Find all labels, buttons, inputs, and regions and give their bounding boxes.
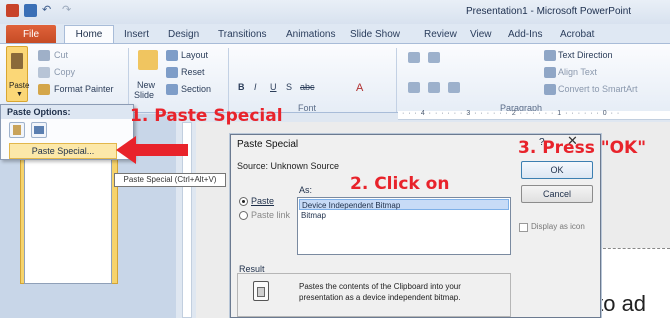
ruler-ticks: · · · 4 · · · · · · 3 · · · · · · 2 · · …	[402, 110, 621, 117]
text-direction-button[interactable]: Text Direction	[558, 50, 613, 60]
tab-transitions[interactable]: Transitions	[218, 29, 267, 40]
paste-link-radio-label[interactable]: Paste link	[251, 210, 290, 220]
new-slide-label-2[interactable]: Slide	[134, 90, 154, 100]
dialog-source: Source: Unknown Source	[237, 161, 340, 171]
list-item[interactable]: Device Independent Bitmap	[299, 199, 509, 210]
align-text-button[interactable]: Align Text	[558, 67, 597, 77]
paste-options-menu: Paste Options: Paste Special...	[0, 104, 134, 160]
paste-result-icon	[253, 281, 269, 301]
tab-animations[interactable]: Animations	[286, 29, 335, 40]
align-center-icon[interactable]	[428, 82, 440, 93]
chevron-down-icon[interactable]: ▼	[16, 91, 23, 98]
numbering-icon[interactable]	[428, 52, 440, 63]
copy-icon[interactable]	[38, 67, 50, 78]
layout-button[interactable]: Layout	[181, 50, 208, 60]
display-as-icon-label[interactable]: Display as icon	[531, 222, 585, 231]
title-bar: ↶ ↷ Presentation1 - Microsoft PowerPoint	[0, 0, 670, 24]
copy-button[interactable]: Copy	[54, 67, 75, 77]
text-direction-icon[interactable]	[544, 50, 556, 61]
redo-icon[interactable]: ↷	[62, 4, 75, 17]
layout-icon[interactable]	[166, 50, 178, 61]
cut-button[interactable]: Cut	[54, 50, 68, 60]
tab-review[interactable]: Review	[424, 29, 457, 40]
paste-special-tooltip: Paste Special (Ctrl+Alt+V)	[114, 173, 226, 187]
paste-radio-label[interactable]: Paste	[251, 196, 274, 206]
cut-icon[interactable]	[38, 50, 50, 61]
annotation-step-3: 3. Press "OK"	[518, 138, 647, 158]
tab-design[interactable]: Design	[168, 29, 199, 40]
strikethrough-button[interactable]: abc	[300, 82, 315, 92]
align-text-icon[interactable]	[544, 67, 556, 78]
paste-keep-formatting-icon[interactable]	[9, 122, 25, 138]
tab-home[interactable]: Home	[64, 25, 114, 45]
ok-button[interactable]: OK	[521, 161, 593, 179]
section-icon[interactable]	[166, 84, 178, 95]
smartart-icon[interactable]	[544, 84, 556, 95]
list-item[interactable]: Bitmap	[299, 210, 509, 221]
paste-button[interactable]: Paste ▼	[6, 46, 30, 102]
paste-as-picture-icon[interactable]	[31, 122, 47, 138]
annotation-step-2: 2. Click on	[350, 174, 450, 194]
underline-button[interactable]: U	[270, 82, 277, 92]
align-left-icon[interactable]	[408, 82, 420, 93]
paste-radio[interactable]	[239, 197, 248, 206]
tab-acrobat[interactable]: Acrobat	[560, 29, 594, 40]
red-arrow-icon	[116, 136, 188, 164]
clipboard-icon	[11, 53, 23, 69]
paste-options-header: Paste Options:	[1, 105, 133, 119]
tab-file[interactable]: File	[6, 25, 56, 44]
tab-slide-show[interactable]: Slide Show	[350, 29, 400, 40]
as-label: As:	[299, 185, 313, 195]
window-title: Presentation1 - Microsoft PowerPoint	[466, 6, 632, 17]
dialog-title: Paste Special	[237, 139, 299, 150]
shadow-button[interactable]: S	[286, 82, 292, 92]
ribbon-tab-bar: File Home Insert Design Transitions Anim…	[0, 24, 670, 45]
display-as-icon-checkbox[interactable]	[519, 223, 528, 232]
paste-special-dialog: Paste Special ? ✕ Source: Unknown Source…	[230, 133, 601, 318]
bold-button[interactable]: B	[238, 82, 245, 92]
convert-smartart-button[interactable]: Convert to SmartArt	[558, 84, 638, 94]
tab-add-ins[interactable]: Add-Ins	[508, 29, 542, 40]
new-slide-label[interactable]: New	[137, 80, 155, 90]
format-painter-icon[interactable]	[38, 84, 50, 95]
italic-button[interactable]: I	[254, 82, 257, 92]
font-group-label: Font	[298, 103, 317, 113]
as-listbox[interactable]: Device Independent Bitmap Bitmap	[297, 197, 511, 255]
new-slide-icon[interactable]	[138, 50, 158, 70]
separator	[228, 48, 229, 112]
align-right-icon[interactable]	[448, 82, 460, 93]
bullets-icon[interactable]	[408, 52, 420, 63]
section-button[interactable]: Section	[181, 84, 211, 94]
reset-button[interactable]: Reset	[181, 67, 205, 77]
separator	[396, 48, 397, 112]
annotation-step-1: 1. Paste Special	[130, 106, 283, 126]
save-icon[interactable]	[24, 4, 37, 17]
cancel-button[interactable]: Cancel	[521, 185, 593, 203]
undo-icon[interactable]: ↶	[42, 4, 55, 17]
tab-view[interactable]: View	[470, 29, 492, 40]
reset-icon[interactable]	[166, 67, 178, 78]
ribbon: Paste ▼ Cut Copy Format Painter New Slid…	[0, 43, 670, 113]
horizontal-ruler: · · · 4 · · · · · · 3 · · · · · · 2 · · …	[398, 110, 670, 120]
result-text: Pastes the contents of the Clipboard int…	[299, 282, 461, 302]
tab-insert[interactable]: Insert	[124, 29, 149, 40]
font-color-button[interactable]: A	[356, 82, 363, 94]
paste-label: Paste	[9, 81, 30, 90]
separator	[128, 48, 129, 112]
paste-link-radio[interactable]	[239, 211, 248, 220]
powerpoint-icon	[6, 4, 19, 17]
paste-special-menu-item[interactable]: Paste Special...	[9, 143, 117, 159]
format-painter-button[interactable]: Format Painter	[54, 84, 114, 94]
